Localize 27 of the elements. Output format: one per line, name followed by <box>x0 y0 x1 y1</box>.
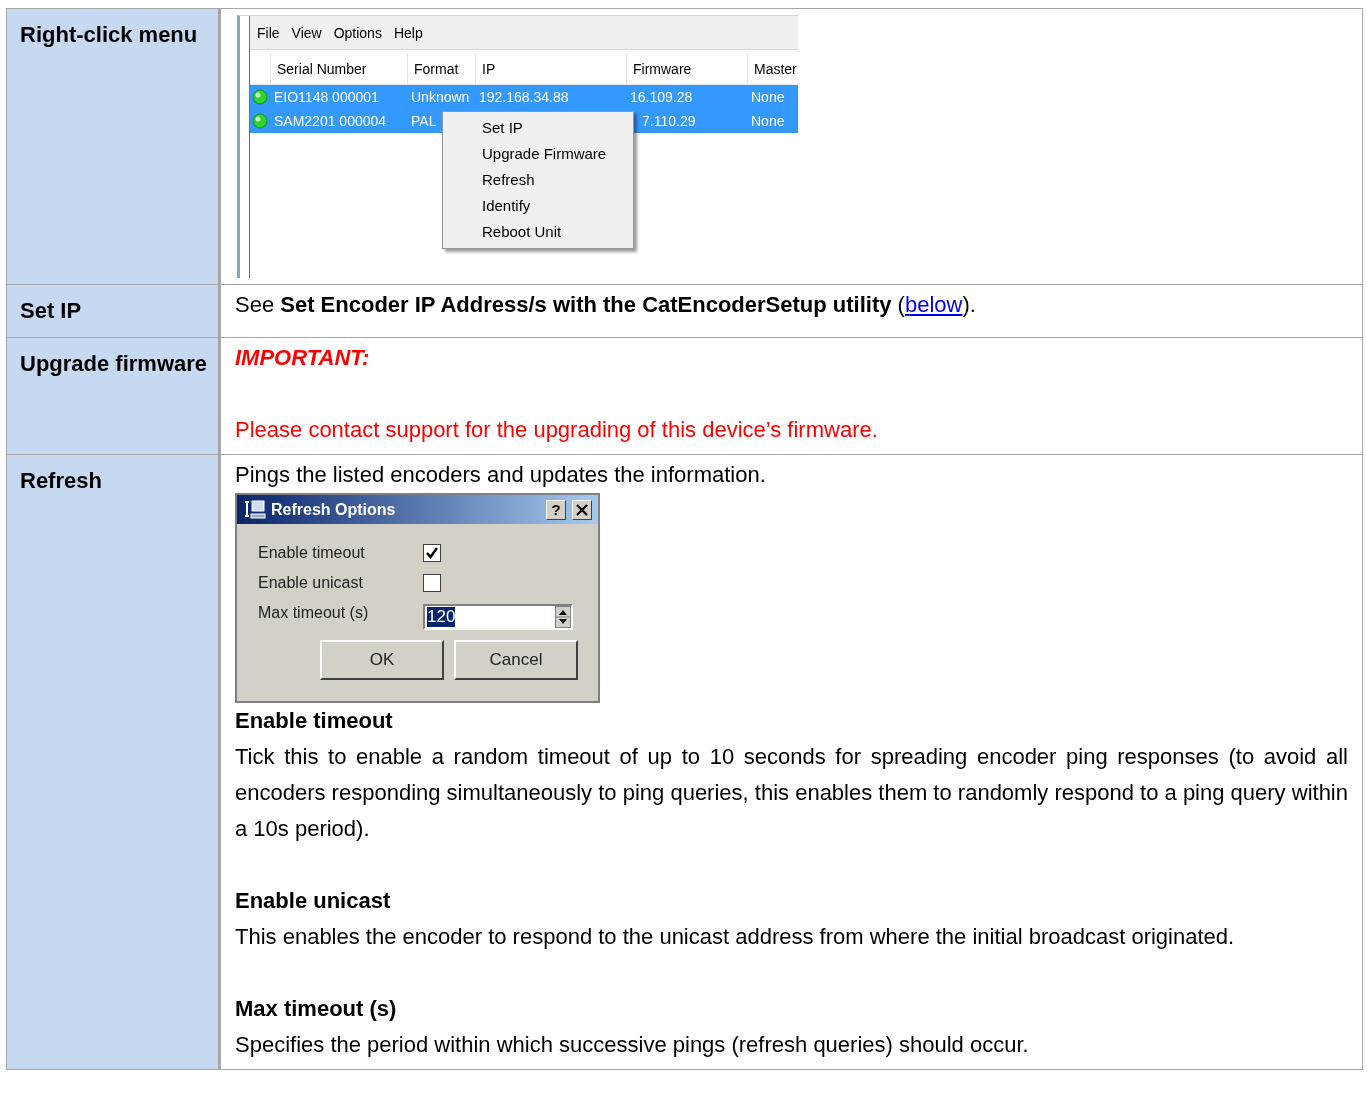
row-label: Refresh <box>7 455 221 1069</box>
option-heading: Max timeout (s) <box>235 995 398 1023</box>
body-text: See Set Encoder IP Address/s with the CatEncoderSetup utility (below). <box>235 291 977 319</box>
option-description: Tick this to enable a random timeout of up to 10 seconds for spreading encoder ping responses (to avoid all encoders responding simultaneously to ping queries, this enables them to randomly respond to a ping query within a 10s period). <box>235 743 1348 843</box>
table-cell-text: 7.110.29 <box>641 113 697 129</box>
option-description: Specifies the period within which successive pings (refresh queries) should occur. <box>235 1031 1030 1059</box>
table-cell-text: 16.109.28 <box>629 89 694 105</box>
option-heading: Enable timeout <box>235 707 394 735</box>
dialog-title: Refresh Options <box>271 500 397 519</box>
row-label: Right-click menu <box>7 9 221 284</box>
table-cell-text: EIO1148 000001 <box>273 89 380 105</box>
table-cell-text: None <box>750 89 786 105</box>
table-cell-text: PAL <box>410 113 438 129</box>
row-label: Upgrade firmware <box>7 338 221 454</box>
body-text: Pings the listed encoders and updates the information. <box>235 461 767 489</box>
field-label: Enable unicast <box>258 574 364 592</box>
option-heading: Enable unicast <box>235 887 392 915</box>
table-cell-text: Unknown <box>410 89 471 105</box>
table-cell-text: 192.168.34.88 <box>478 89 570 105</box>
warning-text: Please contact support for the upgrading of this device’s firmware. <box>235 416 879 444</box>
table-cell-text: SAM2201 000004 <box>273 113 388 129</box>
row-label: Set IP <box>7 285 221 337</box>
warning-heading: IMPORTANT: <box>235 344 371 372</box>
field-label: Enable timeout <box>258 544 366 562</box>
option-description: This enables the encoder to respond to the unicast address from where the initial broadcast originated. <box>235 923 1236 951</box>
table-cell-text: None <box>750 113 786 129</box>
field-label: Max timeout (s) <box>258 604 370 622</box>
